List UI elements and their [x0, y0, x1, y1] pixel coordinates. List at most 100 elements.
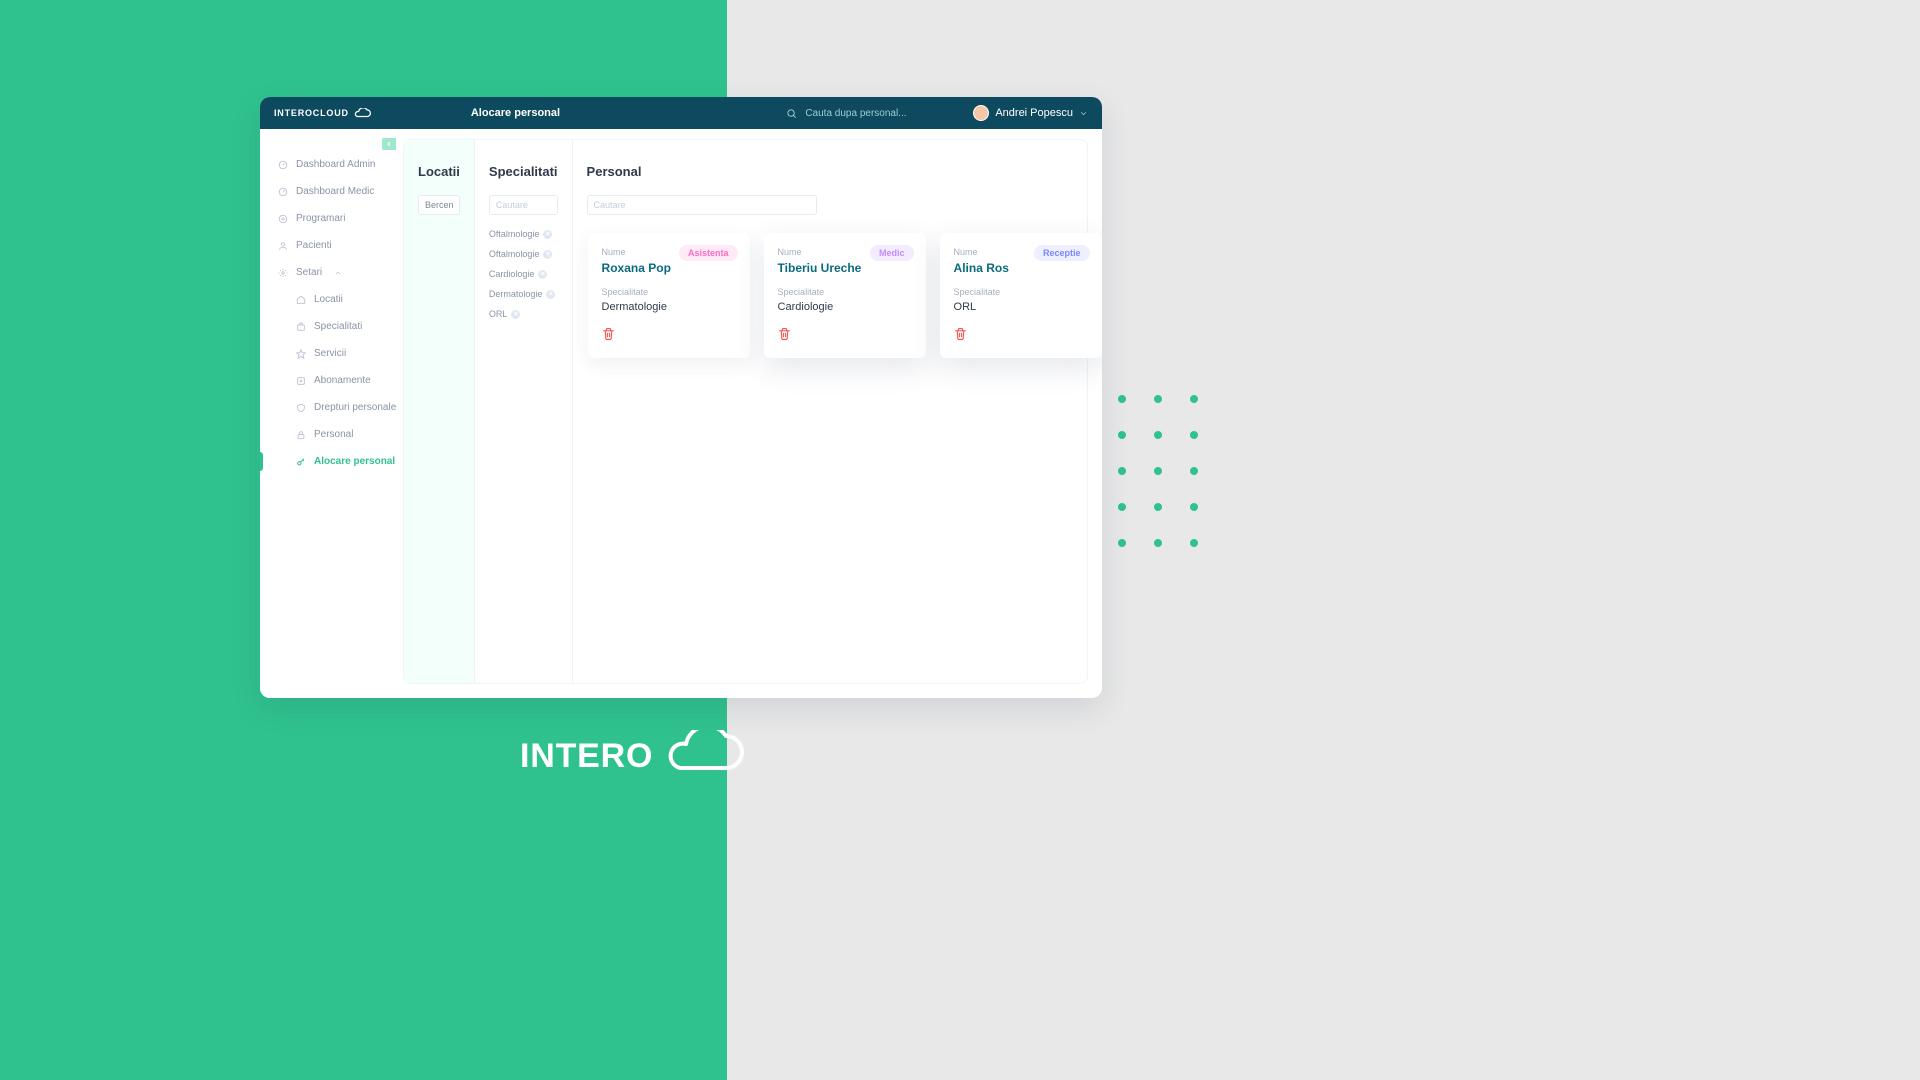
specialty-tag[interactable]: Oftalmologie×	[489, 249, 553, 259]
user-name: Andrei Popescu	[995, 107, 1073, 119]
sidebar-item-dashboard-medic[interactable]: Dashboard Medic	[260, 178, 396, 205]
role-badge: Medic	[870, 245, 914, 261]
nav-label: Dashboard Medic	[296, 186, 374, 197]
column-title: Personal	[587, 164, 1102, 179]
personal-specialty: Cardiologie	[778, 301, 912, 313]
specialty-tag[interactable]: Cardiologie×	[489, 269, 548, 279]
personal-specialty: ORL	[954, 301, 1088, 313]
star-icon	[296, 349, 306, 359]
specialty-tag[interactable]: Dermatologie×	[489, 289, 556, 299]
nav-label: Locatii	[314, 294, 343, 305]
shield-icon	[296, 403, 306, 413]
app-logo: INTEROCLOUD	[274, 108, 371, 118]
topbar: INTEROCLOUD Alocare personal Andrei Pope…	[260, 97, 1102, 129]
column-title: Specialitati	[489, 164, 558, 179]
specialitati-tag-list: Oftalmologie× Oftalmologie× Cardiologie×…	[489, 229, 558, 319]
sidebar-item-drepturi[interactable]: Drepturi personale	[260, 394, 396, 421]
personal-name: Roxana Pop	[602, 261, 736, 275]
locatii-input[interactable]	[418, 195, 460, 215]
personal-name: Tiberiu Ureche	[778, 261, 912, 275]
remove-tag-icon[interactable]: ×	[538, 270, 547, 279]
sidebar-item-pacienti[interactable]: Pacienti	[260, 232, 396, 259]
personal-card-row: Asistenta Nume Roxana Pop Specialitate D…	[588, 233, 1102, 358]
specialty-tag[interactable]: ORL×	[489, 309, 521, 319]
personal-card[interactable]: Medic Nume Tiberiu Ureche Specialitate C…	[764, 233, 926, 358]
personal-card[interactable]: Asistenta Nume Roxana Pop Specialitate D…	[588, 233, 750, 358]
plus-square-icon	[296, 376, 306, 386]
collapse-sidebar-button[interactable]	[382, 138, 396, 150]
nav-label: Setari	[296, 267, 322, 278]
personal-name: Alina Ros	[954, 261, 1088, 275]
brand-watermark-text: INTERO	[520, 737, 653, 776]
chevron-left-icon	[385, 140, 393, 148]
nav-label: Personal	[314, 429, 353, 440]
role-badge: Receptie	[1034, 245, 1090, 261]
sidebar-item-alocare-personal[interactable]: Alocare personal	[260, 448, 396, 475]
app-window: INTEROCLOUD Alocare personal Andrei Pope…	[260, 97, 1102, 698]
sidebar-item-programari[interactable]: Programari	[260, 205, 396, 232]
page-title: Alocare personal	[471, 107, 560, 119]
chevron-up-icon	[334, 269, 342, 277]
sidebar-item-personal[interactable]: Personal	[260, 421, 396, 448]
brand-text: INTEROCLOUD	[274, 108, 349, 118]
search-input[interactable]	[803, 107, 923, 120]
column-personal: Personal Asistenta Nume Roxana Pop Speci…	[573, 140, 1102, 683]
avatar	[973, 105, 989, 121]
card-label-spec: Specialitate	[778, 287, 912, 297]
gauge-icon	[278, 160, 288, 170]
cloud-icon	[659, 730, 745, 772]
card-label-spec: Specialitate	[602, 287, 736, 297]
gear-icon	[278, 268, 288, 278]
remove-tag-icon[interactable]: ×	[543, 250, 552, 259]
column-locatii: Locatii	[404, 140, 475, 683]
column-title: Locatii	[418, 164, 460, 179]
chevron-down-icon	[1079, 109, 1088, 118]
personal-search-input[interactable]	[587, 195, 817, 215]
nav-label: Alocare personal	[314, 456, 395, 467]
nav-label: Programari	[296, 213, 345, 224]
personal-specialty: Dermatologie	[602, 301, 736, 313]
role-badge: Asistenta	[679, 245, 738, 261]
specialitati-search-input[interactable]	[489, 195, 558, 215]
personal-card[interactable]: Receptie Nume Alina Ros Specialitate ORL	[940, 233, 1102, 358]
nav-label: Pacienti	[296, 240, 332, 251]
brand-watermark: INTERO	[520, 730, 745, 776]
nav-label: Abonamente	[314, 375, 371, 386]
global-search[interactable]	[786, 107, 923, 120]
sidebar-item-servicii[interactable]: Servicii	[260, 340, 396, 367]
nav-label: Dashboard Admin	[296, 159, 376, 170]
bag-icon	[296, 322, 306, 332]
lock-icon	[296, 430, 306, 440]
delete-button[interactable]	[954, 327, 967, 341]
trash-icon	[602, 327, 615, 341]
cloud-icon	[353, 108, 371, 118]
person-icon	[278, 241, 288, 251]
nav-label: Drepturi personale	[314, 402, 396, 413]
sidebar-item-dashboard-admin[interactable]: Dashboard Admin	[260, 151, 396, 178]
decorative-dot-grid	[1118, 395, 1198, 547]
sidebar-item-locatii[interactable]: Locatii	[260, 286, 396, 313]
key-icon	[296, 457, 306, 467]
trash-icon	[954, 327, 967, 341]
remove-tag-icon[interactable]: ×	[543, 230, 552, 239]
trash-icon	[778, 327, 791, 341]
home-icon	[296, 295, 306, 305]
user-menu[interactable]: Andrei Popescu	[973, 105, 1088, 121]
main-panel: Locatii Specialitati Oftalmologie× Oftal…	[403, 139, 1088, 684]
delete-button[interactable]	[778, 327, 791, 341]
sidebar: Dashboard Admin Dashboard Medic Programa…	[260, 129, 396, 698]
search-icon	[786, 108, 797, 119]
calendar-plus-icon	[278, 214, 288, 224]
gauge-icon	[278, 187, 288, 197]
sidebar-item-setari[interactable]: Setari	[260, 259, 396, 286]
column-specialitati: Specialitati Oftalmologie× Oftalmologie×…	[475, 140, 573, 683]
remove-tag-icon[interactable]: ×	[546, 290, 555, 299]
sidebar-item-abonamente[interactable]: Abonamente	[260, 367, 396, 394]
nav-label: Specialitati	[314, 321, 362, 332]
nav-label: Servicii	[314, 348, 346, 359]
remove-tag-icon[interactable]: ×	[511, 310, 520, 319]
specialty-tag[interactable]: Oftalmologie×	[489, 229, 553, 239]
sidebar-item-specialitati[interactable]: Specialitati	[260, 313, 396, 340]
card-label-spec: Specialitate	[954, 287, 1088, 297]
delete-button[interactable]	[602, 327, 615, 341]
